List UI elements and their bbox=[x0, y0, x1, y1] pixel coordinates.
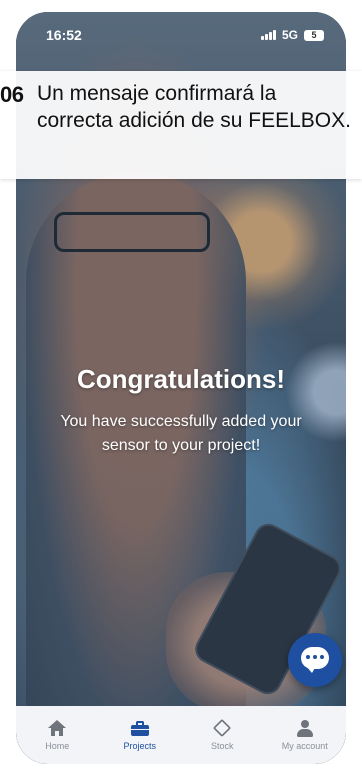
confirmation-message: You have successfully added your sensor … bbox=[60, 413, 302, 454]
tab-stock[interactable]: Stock bbox=[187, 718, 257, 751]
signal-icon bbox=[260, 30, 276, 40]
battery-icon: 5 bbox=[304, 29, 324, 41]
chat-button[interactable] bbox=[288, 633, 342, 687]
status-time: 16:52 bbox=[46, 27, 82, 43]
network-type: 5G bbox=[281, 28, 298, 42]
tab-home[interactable]: Home bbox=[22, 719, 92, 751]
box-icon bbox=[213, 718, 232, 738]
step-instruction: Un mensaje confirmará la correcta adició… bbox=[37, 82, 351, 132]
battery-level: 5 bbox=[311, 30, 317, 40]
tab-label: Projects bbox=[123, 741, 156, 751]
confirmation-title: Congratulations! bbox=[77, 364, 285, 394]
status-bar: 16:52 5G 5 bbox=[16, 12, 346, 58]
status-indicators: 5G 5 bbox=[260, 28, 324, 42]
home-icon bbox=[48, 720, 67, 736]
tab-projects[interactable]: Projects bbox=[105, 719, 175, 751]
user-icon bbox=[296, 719, 314, 737]
tab-label: Stock bbox=[210, 741, 234, 751]
tab-label: My account bbox=[281, 741, 328, 751]
bottom-tab-bar: Home Projects Stock My account bbox=[16, 706, 346, 764]
tab-my-account[interactable]: My account bbox=[270, 719, 340, 751]
step-number: 06 bbox=[0, 82, 24, 107]
briefcase-icon bbox=[130, 720, 149, 736]
tab-label: Home bbox=[45, 741, 70, 751]
